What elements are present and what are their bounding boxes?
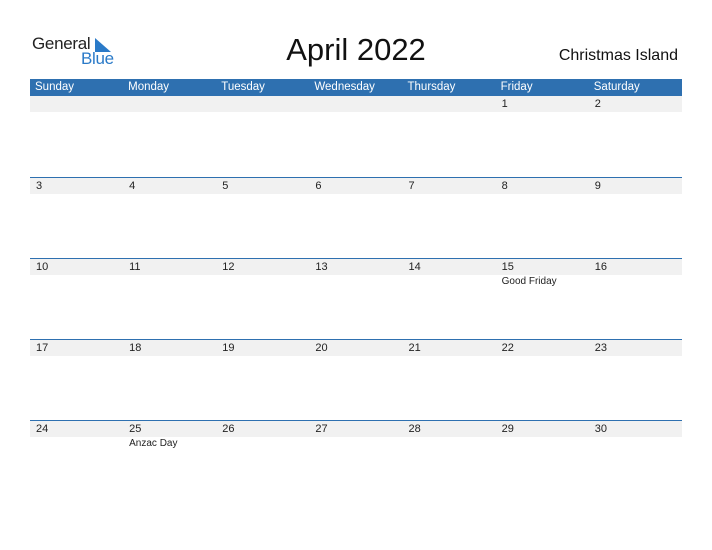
day-number: 8 bbox=[501, 180, 508, 192]
holiday-label bbox=[589, 275, 682, 288]
day-number: 19 bbox=[222, 342, 235, 354]
holiday-label bbox=[216, 437, 309, 450]
day-number bbox=[403, 96, 496, 112]
weekday-saturday: Saturday bbox=[593, 81, 640, 93]
holiday-label bbox=[589, 437, 682, 450]
holiday-label bbox=[30, 275, 123, 288]
day-number: 2 bbox=[594, 98, 601, 110]
weekday-header: Sunday Monday Tuesday Wednesday Thursday… bbox=[30, 79, 682, 96]
day-number: 23 bbox=[594, 342, 607, 354]
day-number: 7 bbox=[408, 180, 415, 192]
weekday-thursday: Thursday bbox=[407, 81, 456, 93]
holiday-label bbox=[309, 275, 402, 288]
day-number: 3 bbox=[36, 180, 43, 192]
day-number: 24 bbox=[36, 423, 49, 435]
day-number: 27 bbox=[315, 423, 328, 435]
day-number: 13 bbox=[315, 261, 328, 273]
day-number-row: 12 bbox=[30, 96, 682, 112]
day-number: 9 bbox=[594, 180, 601, 192]
event-row: Good Friday bbox=[30, 275, 682, 288]
day-number: 4 bbox=[129, 180, 136, 192]
event-row: Anzac Day bbox=[30, 437, 682, 450]
holiday-label bbox=[123, 275, 216, 288]
week-row: 3 4 5 6 7 8 9 bbox=[30, 177, 682, 258]
day-number bbox=[123, 96, 216, 112]
country-label: Christmas Island bbox=[558, 47, 678, 64]
day-number: 12 bbox=[222, 261, 235, 273]
holiday-label: Anzac Day bbox=[129, 438, 178, 449]
holiday-label bbox=[403, 275, 496, 288]
day-number: 5 bbox=[222, 180, 229, 192]
day-number bbox=[30, 96, 123, 112]
day-number: 1 bbox=[501, 98, 508, 110]
day-number: 30 bbox=[594, 423, 607, 435]
holiday-label: Good Friday bbox=[501, 276, 557, 287]
day-number: 26 bbox=[222, 423, 235, 435]
day-number: 17 bbox=[36, 342, 49, 354]
day-number: 22 bbox=[501, 342, 514, 354]
day-number: 16 bbox=[594, 261, 607, 273]
weekday-wednesday: Wednesday bbox=[314, 81, 375, 93]
day-number-row: 10 11 12 13 14 15 16 bbox=[30, 259, 682, 275]
day-number-row: 3 4 5 6 7 8 9 bbox=[30, 178, 682, 194]
weekday-tuesday: Tuesday bbox=[221, 81, 265, 93]
day-number: 28 bbox=[408, 423, 421, 435]
calendar-grid: Sunday Monday Tuesday Wednesday Thursday… bbox=[30, 79, 682, 501]
holiday-label bbox=[309, 437, 402, 450]
weekday-friday: Friday bbox=[500, 81, 533, 93]
day-number bbox=[309, 96, 402, 112]
week-row: 24 25 26 27 28 29 30 Anzac Day bbox=[30, 420, 682, 501]
day-number: 21 bbox=[408, 342, 421, 354]
holiday-label bbox=[403, 437, 496, 450]
week-row: 17 18 19 20 21 22 23 bbox=[30, 339, 682, 420]
day-number: 29 bbox=[501, 423, 514, 435]
day-number: 6 bbox=[315, 180, 322, 192]
holiday-label bbox=[216, 275, 309, 288]
weekday-sunday: Sunday bbox=[35, 81, 75, 93]
holiday-label bbox=[496, 437, 589, 450]
weekday-monday: Monday bbox=[128, 81, 170, 93]
week-row: 12 bbox=[30, 96, 682, 177]
day-number: 10 bbox=[36, 261, 49, 273]
day-number: 20 bbox=[315, 342, 328, 354]
day-number: 18 bbox=[129, 342, 142, 354]
day-number: 11 bbox=[129, 261, 141, 273]
day-number: 14 bbox=[408, 261, 421, 273]
holiday-label bbox=[30, 437, 123, 450]
week-row: 10 11 12 13 14 15 16 Good Friday bbox=[30, 258, 682, 339]
day-number-row: 17 18 19 20 21 22 23 bbox=[30, 340, 682, 356]
day-number: 25 bbox=[129, 423, 142, 435]
day-number-row: 24 25 26 27 28 29 30 bbox=[30, 421, 682, 437]
day-number: 15 bbox=[501, 261, 514, 273]
day-number bbox=[216, 96, 309, 112]
